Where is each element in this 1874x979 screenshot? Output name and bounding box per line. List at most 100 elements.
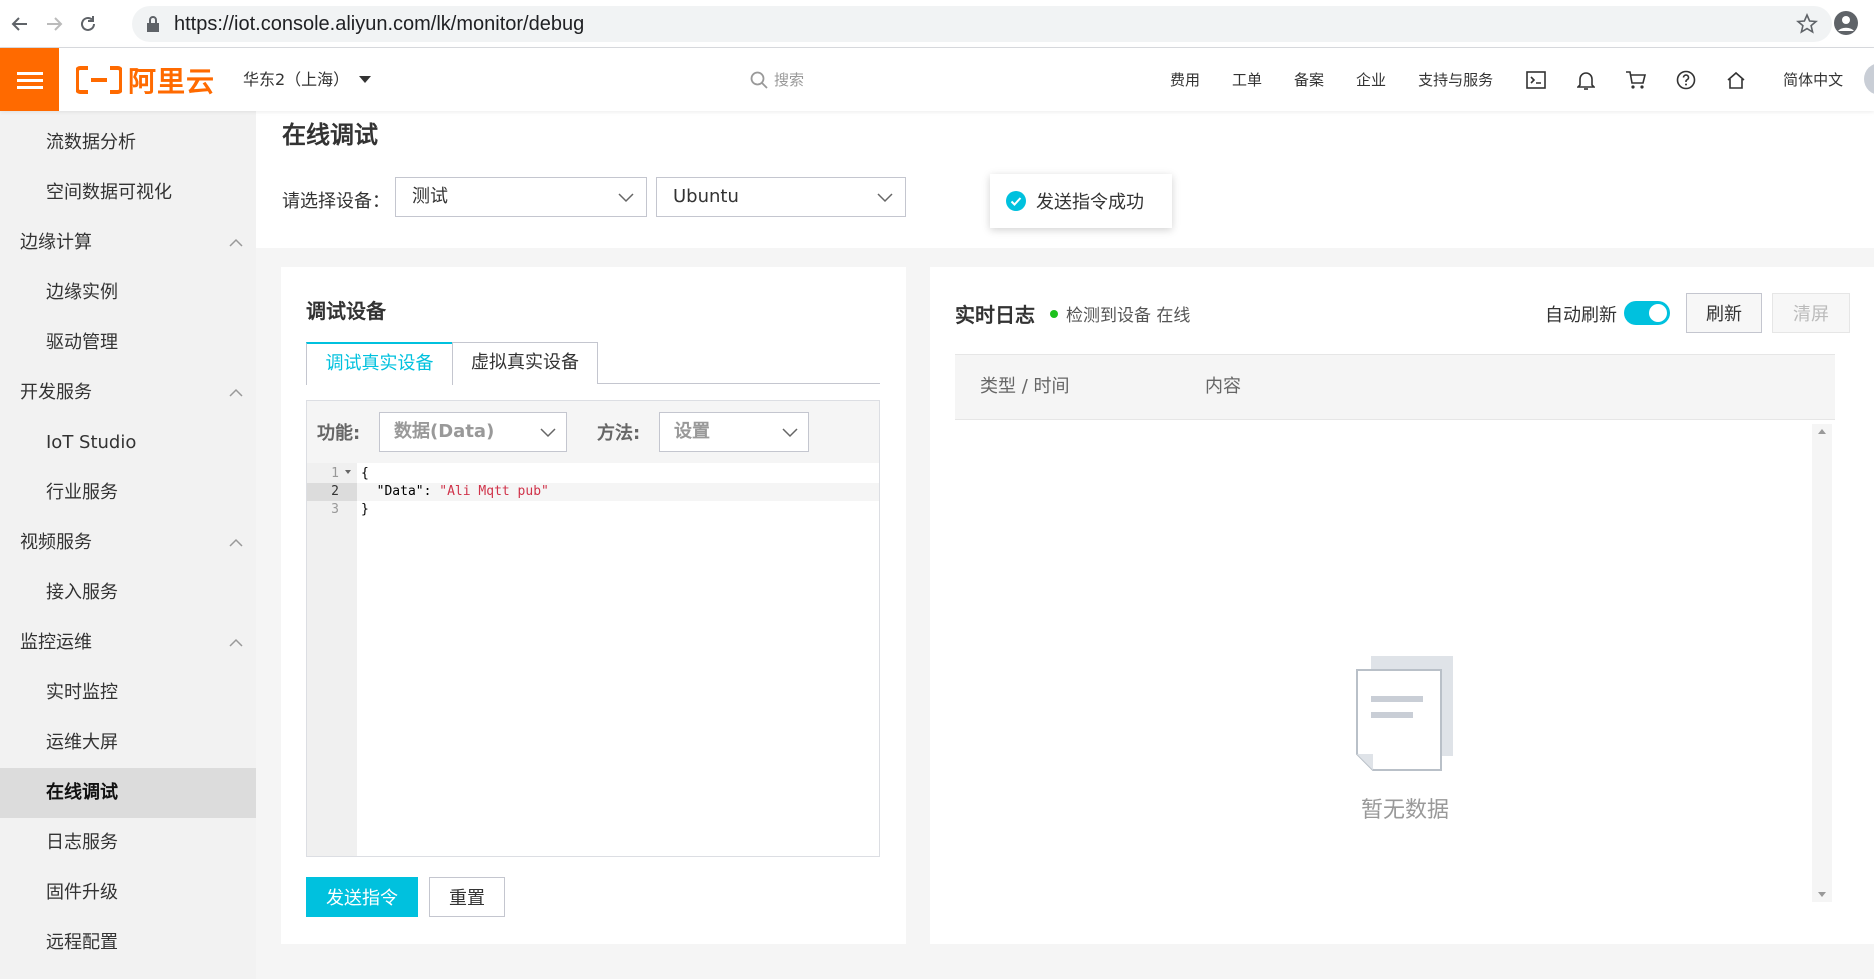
send-command-button[interactable]: 发送指令 — [306, 877, 418, 917]
sidebar-item-spatial-visualization[interactable]: 空间数据可视化 — [0, 168, 256, 218]
debug-panel-title: 调试设备 — [306, 299, 386, 323]
bookmark-star-icon[interactable] — [1796, 12, 1818, 39]
cart-icon[interactable] — [1625, 69, 1647, 91]
region-label: 华东2（上海） — [243, 70, 350, 89]
chevron-down-icon — [618, 193, 634, 203]
product-select-value: 测试 — [412, 186, 448, 207]
hamburger-menu-button[interactable] — [0, 48, 59, 111]
debug-device-panel: 调试设备 调试真实设备 虚拟真实设备 功能: 数据(Data) 方法: 设置 1… — [281, 267, 906, 944]
sidebar-item-edge-instance[interactable]: 边缘实例 — [0, 268, 256, 318]
link-tickets[interactable]: 工单 — [1232, 69, 1262, 90]
empty-state: 暂无数据 — [1335, 654, 1475, 824]
line-number: 3 — [331, 502, 339, 517]
sidebar-group-label: 监控运维 — [20, 632, 92, 653]
sidebar-group-label: 开发服务 — [20, 382, 92, 403]
forward-icon[interactable] — [40, 10, 68, 38]
device-select-value: Ubuntu — [673, 186, 739, 207]
aliyun-logo[interactable]: 阿里云 — [76, 62, 215, 98]
avatar[interactable] — [1864, 63, 1874, 95]
refresh-button[interactable]: 刷新 — [1686, 293, 1762, 333]
region-selector[interactable]: 华东2（上海） — [243, 48, 372, 111]
method-select[interactable]: 设置 — [659, 412, 809, 452]
browser-toolbar: https://iot.console.aliyun.com/lk/monito… — [0, 0, 1874, 48]
device-select-label: 请选择设备： — [282, 191, 390, 212]
auto-refresh-label: 自动刷新 — [1545, 305, 1617, 326]
address-bar[interactable]: https://iot.console.aliyun.com/lk/monito… — [132, 6, 1832, 42]
reset-button[interactable]: 重置 — [429, 877, 505, 917]
console-header: 阿里云 华东2（上海） 搜索 费用 工单 备案 企业 支持与服务 简体中文 — [0, 48, 1874, 111]
sidebar-item-driver-management[interactable]: 驱动管理 — [0, 318, 256, 368]
sidebar-group-monitoring-ops[interactable]: 监控运维 — [0, 618, 256, 668]
device-status-text: 检测到设备 在线 — [1066, 306, 1191, 326]
link-billing[interactable]: 费用 — [1170, 69, 1200, 90]
function-select-value: 数据(Data) — [394, 421, 495, 442]
clear-screen-button[interactable]: 清屏 — [1772, 293, 1850, 333]
back-icon[interactable] — [6, 10, 34, 38]
header-links: 费用 工单 备案 企业 支持与服务 简体中文 — [1170, 48, 1843, 111]
home-icon[interactable] — [1725, 69, 1747, 91]
empty-document-icon — [1356, 656, 1453, 771]
column-type-time: 类型 / 时间 — [980, 376, 1070, 397]
sidebar-group-edge-computing[interactable]: 边缘计算 — [0, 218, 256, 268]
function-select[interactable]: 数据(Data) — [379, 412, 567, 452]
terminal-icon[interactable] — [1525, 69, 1547, 91]
sidebar-item-online-debug[interactable]: 在线调试 — [0, 768, 256, 818]
search-box[interactable]: 搜索 — [750, 48, 804, 111]
link-support[interactable]: 支持与服务 — [1418, 69, 1493, 90]
link-icp[interactable]: 备案 — [1294, 69, 1324, 90]
sidebar-item-realtime-monitor[interactable]: 实时监控 — [0, 668, 256, 718]
language-selector[interactable]: 简体中文 — [1783, 69, 1843, 90]
device-status: 检测到设备 在线 — [1050, 301, 1190, 326]
tab-virtual-device[interactable]: 虚拟真实设备 — [452, 342, 598, 384]
url-text: https://iot.console.aliyun.com/lk/monito… — [174, 13, 585, 35]
help-icon[interactable] — [1675, 69, 1697, 91]
method-label: 方法: — [597, 423, 641, 444]
chevron-down-icon — [877, 193, 893, 203]
sidebar-item-stream-analysis[interactable]: 流数据分析 — [0, 118, 256, 168]
log-scrollbar[interactable] — [1812, 424, 1832, 902]
sidebar-item-industry-services[interactable]: 行业服务 — [0, 468, 256, 518]
method-select-value: 设置 — [674, 421, 710, 442]
log-table: 类型 / 时间 内容 暂无数据 — [955, 354, 1835, 914]
sidebar-item-log-service[interactable]: 日志服务 — [0, 818, 256, 868]
product-select[interactable]: 测试 — [395, 177, 647, 217]
sidebar-group-video-services[interactable]: 视频服务 — [0, 518, 256, 568]
sidebar-group-label: 边缘计算 — [20, 232, 92, 253]
sidebar-group-dev-services[interactable]: 开发服务 — [0, 368, 256, 418]
line-number: 2 — [307, 483, 357, 501]
link-enterprise[interactable]: 企业 — [1356, 69, 1386, 90]
sidebar-item-ops-dashboard[interactable]: 运维大屏 — [0, 718, 256, 768]
payload-editor: 功能: 数据(Data) 方法: 设置 1 2 3 { "Data": "Ali… — [306, 400, 880, 857]
line-number: 1 — [331, 466, 339, 481]
toggle-knob — [1649, 304, 1667, 322]
reload-icon[interactable] — [74, 10, 102, 38]
json-string-value: "Ali Mqtt pub" — [439, 484, 549, 499]
fold-arrow-icon[interactable] — [345, 470, 351, 474]
success-toast: 发送指令成功 — [990, 174, 1172, 228]
code-line-3: } — [361, 502, 369, 517]
chevron-up-icon — [229, 538, 243, 547]
logo-text: 阿里云 — [128, 65, 216, 98]
auto-refresh-toggle[interactable] — [1624, 301, 1670, 325]
sidebar-item-remote-config[interactable]: 远程配置 — [0, 918, 256, 968]
debug-tabs: 调试真实设备 虚拟真实设备 — [306, 342, 880, 385]
editor-toolbar: 功能: 数据(Data) 方法: 设置 — [307, 401, 879, 463]
tab-real-device[interactable]: 调试真实设备 — [306, 342, 453, 385]
sidebar-item-access-service[interactable]: 接入服务 — [0, 568, 256, 618]
code-line-2: "Data": "Ali Mqtt pub" — [361, 483, 549, 501]
search-placeholder: 搜索 — [774, 71, 805, 89]
realtime-log-panel: 实时日志 检测到设备 在线 自动刷新 刷新 清屏 类型 / 时间 内容 暂无数据 — [930, 267, 1874, 944]
chevron-up-icon — [229, 638, 243, 647]
toast-message: 发送指令成功 — [1036, 192, 1144, 213]
line-gutter: 1 2 3 — [307, 463, 357, 856]
bell-icon[interactable] — [1575, 69, 1597, 91]
search-icon — [750, 71, 768, 89]
profile-icon[interactable] — [1833, 10, 1859, 40]
code-editor[interactable]: 1 2 3 { "Data": "Ali Mqtt pub" } — [307, 463, 879, 856]
sidebar-item-firmware-upgrade[interactable]: 固件升级 — [0, 868, 256, 918]
success-check-icon — [1006, 191, 1026, 211]
json-key: "Data": — [361, 484, 440, 499]
device-select[interactable]: Ubuntu — [656, 177, 906, 217]
sidebar-item-iot-studio[interactable]: IoT Studio — [0, 418, 256, 468]
function-label: 功能: — [317, 423, 361, 444]
